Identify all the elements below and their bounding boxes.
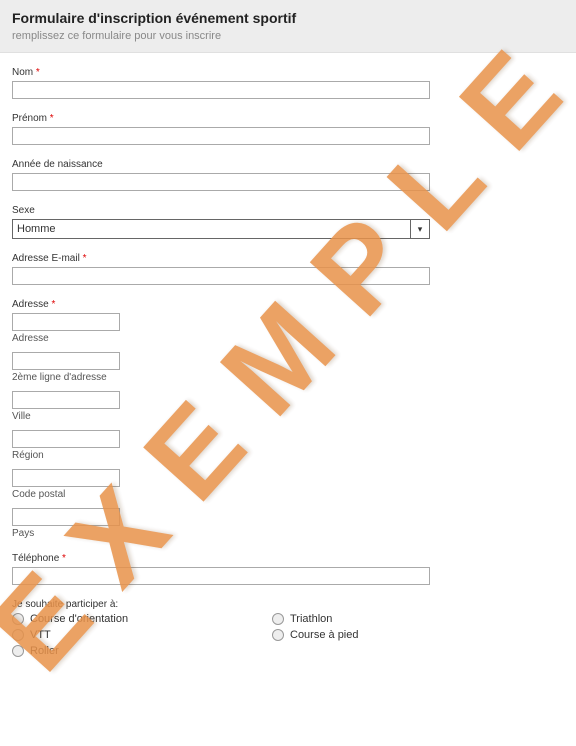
choice-triathlon[interactable]: Triathlon — [272, 613, 532, 625]
choice-orientation[interactable]: Course d'orientation — [12, 613, 272, 625]
choice-label: VTT — [30, 629, 51, 641]
input-adresse-line1[interactable] — [12, 313, 120, 331]
radio-icon — [12, 613, 24, 625]
label-annee: Année de naissance — [12, 159, 564, 170]
sublabel-adresse: Adresse — [12, 333, 564, 344]
field-annee: Année de naissance — [12, 159, 564, 191]
input-adresse-line2[interactable] — [12, 352, 120, 370]
form-body: Nom * Prénom * Année de naissance Sexe H… — [0, 53, 576, 695]
field-email: Adresse E-mail * — [12, 253, 564, 285]
choice-label: Course d'orientation — [30, 613, 128, 625]
input-pays[interactable] — [12, 508, 120, 526]
required-marker: * — [62, 553, 66, 564]
label-telephone-text: Téléphone — [12, 553, 59, 564]
choice-course-a-pied[interactable]: Course à pied — [272, 629, 532, 641]
radio-icon — [272, 613, 284, 625]
required-marker: * — [36, 67, 40, 78]
label-telephone: Téléphone * — [12, 553, 564, 564]
choice-col-right: Triathlon Course à pied — [272, 613, 532, 661]
field-sexe: Sexe Homme ▾ — [12, 205, 564, 239]
choice-label: Roller — [30, 645, 59, 657]
sublabel-ville: Ville — [12, 411, 564, 422]
field-nom: Nom * — [12, 67, 564, 99]
choice-roller[interactable]: Roller — [12, 645, 272, 657]
chevron-down-icon: ▾ — [418, 224, 423, 235]
field-telephone: Téléphone * — [12, 553, 564, 585]
input-prenom[interactable] — [12, 127, 430, 145]
radio-icon — [272, 629, 284, 641]
input-telephone[interactable] — [12, 567, 430, 585]
sublabel-region: Région — [12, 450, 564, 461]
select-sexe-toggle[interactable]: ▾ — [410, 219, 430, 239]
required-marker: * — [51, 299, 55, 310]
required-marker: * — [83, 253, 87, 264]
field-participer: Je souhaite participer à: Course d'orien… — [12, 599, 564, 661]
form-header: Formulaire d'inscription événement sport… — [0, 0, 576, 53]
choice-label: Triathlon — [290, 613, 332, 625]
choice-col-left: Course d'orientation VTT Roller — [12, 613, 272, 661]
select-sexe[interactable]: Homme ▾ — [12, 219, 430, 239]
label-prenom-text: Prénom — [12, 113, 47, 124]
sublabel-ligne2: 2ème ligne d'adresse — [12, 372, 564, 383]
choice-label: Course à pied — [290, 629, 359, 641]
input-nom[interactable] — [12, 81, 430, 99]
label-email: Adresse E-mail * — [12, 253, 564, 264]
required-marker: * — [50, 113, 54, 124]
radio-icon — [12, 645, 24, 657]
field-prenom: Prénom * — [12, 113, 564, 145]
input-cp[interactable] — [12, 469, 120, 487]
input-email[interactable] — [12, 267, 430, 285]
input-ville[interactable] — [12, 391, 120, 409]
sublabel-pays: Pays — [12, 528, 564, 539]
page-subtitle: remplissez ce formulaire pour vous inscr… — [12, 30, 564, 42]
radio-icon — [12, 629, 24, 641]
label-prenom: Prénom * — [12, 113, 564, 124]
sublabel-cp: Code postal — [12, 489, 564, 500]
label-nom: Nom * — [12, 67, 564, 78]
label-sexe: Sexe — [12, 205, 564, 216]
select-sexe-value: Homme — [12, 219, 430, 239]
label-participer: Je souhaite participer à: — [12, 599, 564, 610]
label-email-text: Adresse E-mail — [12, 253, 80, 264]
input-region[interactable] — [12, 430, 120, 448]
choice-columns: Course d'orientation VTT Roller Triathlo… — [12, 613, 532, 661]
field-adresse: Adresse * Adresse 2ème ligne d'adresse V… — [12, 299, 564, 539]
label-adresse-text: Adresse — [12, 299, 49, 310]
page-title: Formulaire d'inscription événement sport… — [12, 10, 564, 26]
input-annee[interactable] — [12, 173, 430, 191]
label-nom-text: Nom — [12, 67, 33, 78]
label-adresse: Adresse * — [12, 299, 564, 310]
choice-vtt[interactable]: VTT — [12, 629, 272, 641]
